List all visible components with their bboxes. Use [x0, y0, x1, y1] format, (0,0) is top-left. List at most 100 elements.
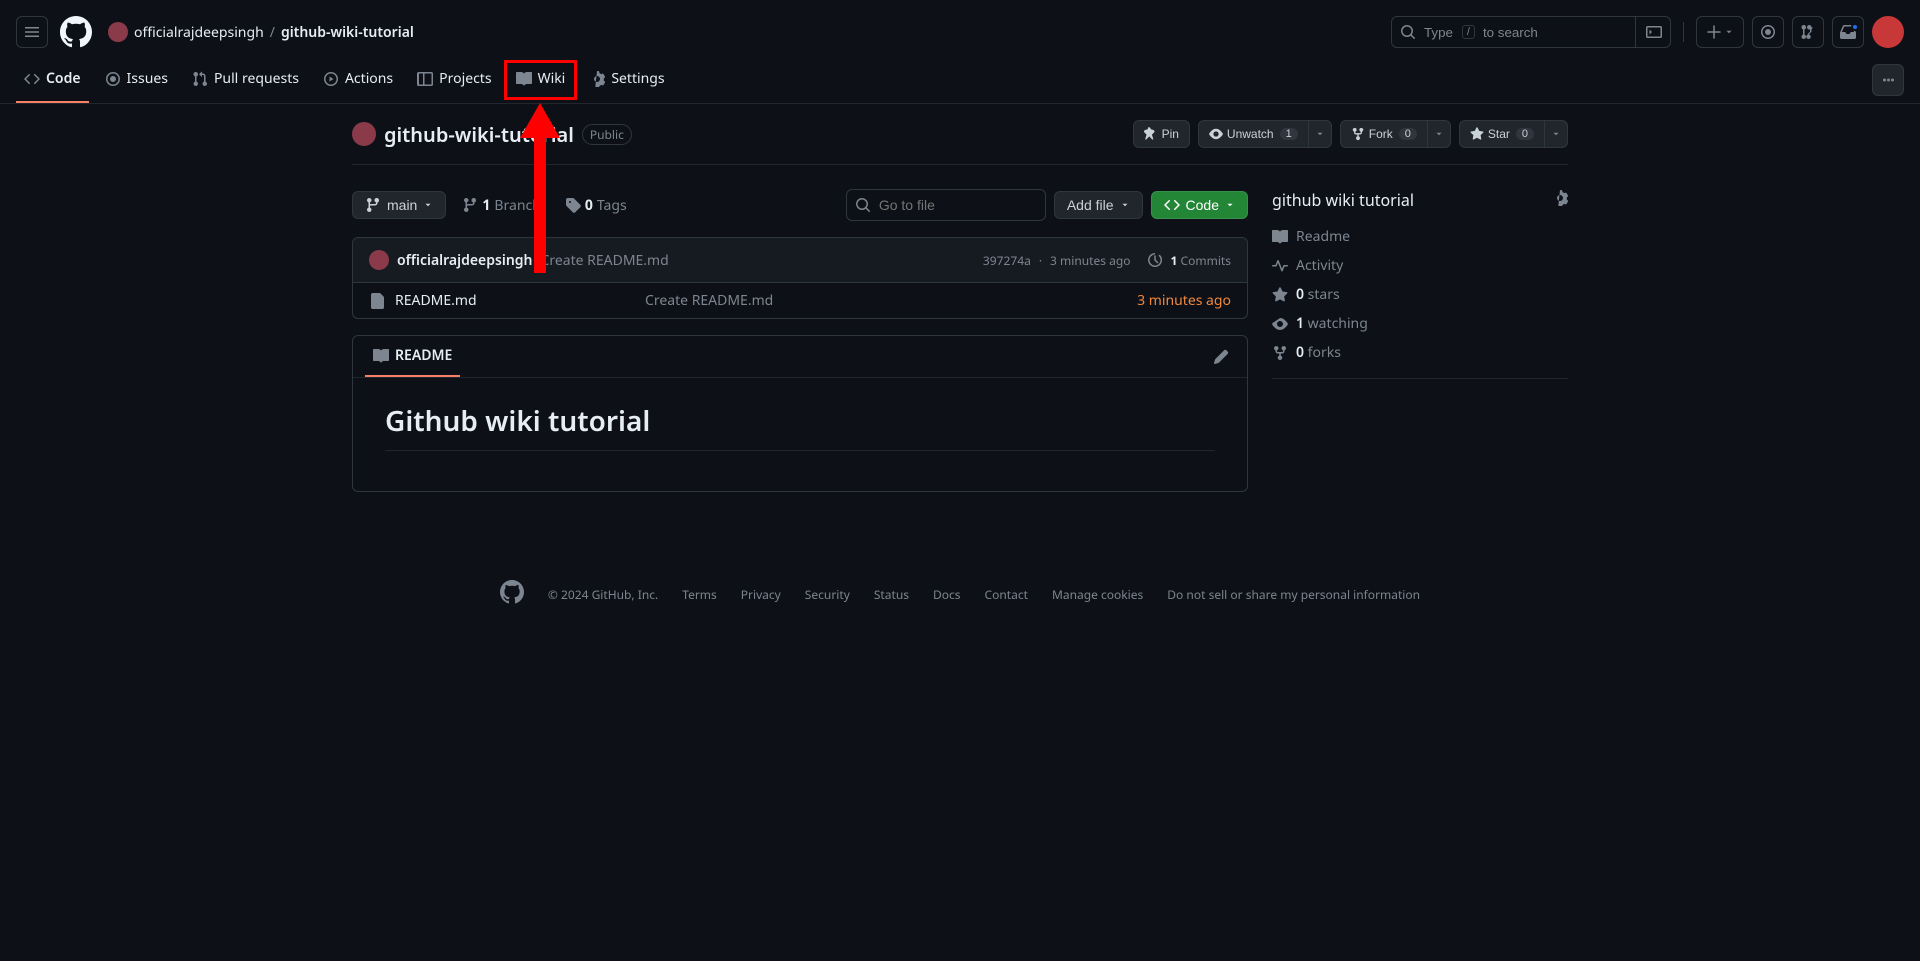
play-icon — [323, 71, 339, 87]
chevron-down-icon — [423, 200, 433, 210]
sidebar-watching-link[interactable]: 1 watching — [1272, 314, 1568, 333]
footer-privacy[interactable]: Privacy — [741, 586, 781, 603]
notification-dot — [1851, 23, 1859, 31]
nav-overflow-button[interactable] — [1872, 64, 1904, 96]
readme-tab-label: README — [395, 346, 452, 365]
goto-file-wrapper[interactable]: t — [846, 189, 1046, 221]
sidebar-activity-link[interactable]: Activity — [1272, 256, 1568, 275]
user-avatar[interactable] — [1872, 16, 1904, 48]
pin-label: Pin — [1162, 127, 1179, 141]
star-button[interactable]: Star 0 — [1459, 120, 1544, 148]
commit-message[interactable]: Create README.md — [540, 251, 668, 270]
owner-avatar[interactable] — [108, 22, 128, 42]
search-suffix: to search — [1483, 25, 1538, 40]
code-download-button[interactable]: Code — [1151, 191, 1248, 219]
unwatch-dropdown[interactable] — [1308, 120, 1332, 148]
star-dropdown[interactable] — [1544, 120, 1568, 148]
watching-count: 1 — [1296, 314, 1304, 333]
tab-wiki[interactable]: Wiki — [508, 56, 574, 103]
fork-count: 0 — [1399, 128, 1417, 140]
fork-dropdown[interactable] — [1427, 120, 1451, 148]
unwatch-button[interactable]: Unwatch 1 — [1198, 120, 1308, 148]
commits-link[interactable]: 1 Commits — [1171, 252, 1231, 269]
pull-requests-button[interactable] — [1792, 16, 1824, 48]
menu-icon — [24, 24, 40, 40]
issues-button[interactable] — [1752, 16, 1784, 48]
commit-author[interactable]: officialrajdeepsingh — [397, 251, 532, 270]
breadcrumb-repo[interactable]: github-wiki-tutorial — [281, 23, 414, 42]
tab-issues[interactable]: Issues — [97, 56, 176, 103]
hamburger-menu-button[interactable] — [16, 16, 48, 48]
readme-tab[interactable]: README — [365, 336, 460, 377]
file-commit-message[interactable]: Create README.md — [645, 291, 1121, 310]
plus-icon — [1706, 24, 1722, 40]
chevron-down-icon — [1315, 129, 1325, 139]
sidebar-stars-link[interactable]: 0 stars — [1272, 285, 1568, 304]
tab-code[interactable]: Code — [16, 56, 89, 103]
code-icon — [1164, 197, 1180, 213]
pin-button[interactable]: Pin — [1133, 120, 1190, 148]
addfile-button[interactable]: Add file — [1054, 191, 1143, 219]
footer-docs[interactable]: Docs — [933, 586, 961, 603]
file-row[interactable]: README.md Create README.md 3 minutes ago — [353, 283, 1247, 318]
watching-label: watching — [1308, 314, 1368, 333]
history-icon — [1147, 252, 1163, 268]
sidebar-readme-link[interactable]: Readme — [1272, 227, 1568, 246]
footer-terms[interactable]: Terms — [682, 586, 717, 603]
branches-label: Branch — [494, 196, 540, 215]
sidebar-forks-link[interactable]: 0 forks — [1272, 343, 1568, 362]
about-settings-button[interactable] — [1552, 190, 1568, 211]
tab-actions[interactable]: Actions — [315, 56, 401, 103]
footer-status[interactable]: Status — [874, 586, 909, 603]
tab-projects[interactable]: Projects — [409, 56, 499, 103]
create-new-button[interactable] — [1696, 16, 1744, 48]
branches-link[interactable]: 1 Branch — [454, 196, 549, 215]
footer: © 2024 GitHub, Inc. Terms Privacy Securi… — [352, 540, 1568, 648]
code-icon — [24, 71, 40, 87]
branch-select-button[interactable]: main — [352, 191, 446, 219]
forks-label: forks — [1308, 343, 1341, 362]
fork-button[interactable]: Fork 0 — [1340, 120, 1427, 148]
footer-contact[interactable]: Contact — [985, 586, 1028, 603]
github-logo[interactable] — [60, 16, 92, 48]
tab-pulls[interactable]: Pull requests — [184, 56, 307, 103]
commit-sha[interactable]: 397274a — [983, 252, 1031, 269]
repo-owner-avatar[interactable] — [352, 122, 376, 146]
commit-author-avatar[interactable] — [369, 250, 389, 270]
kebab-icon — [1880, 72, 1896, 88]
book-icon — [516, 71, 532, 87]
goto-file-input[interactable] — [879, 197, 1060, 213]
tab-settings[interactable]: Settings — [581, 56, 672, 103]
search-icon — [1400, 24, 1416, 40]
stars-label: stars — [1308, 285, 1340, 304]
files-list: README.md Create README.md 3 minutes ago — [352, 283, 1248, 319]
footer-cookies[interactable]: Manage cookies — [1052, 586, 1143, 603]
book-icon — [1272, 229, 1288, 245]
book-icon — [373, 348, 389, 364]
footer-dns[interactable]: Do not sell or share my personal informa… — [1167, 586, 1420, 603]
search-prefix: Type — [1424, 25, 1453, 40]
global-search-button[interactable]: Type / to search — [1391, 16, 1671, 48]
tab-actions-label: Actions — [345, 69, 393, 88]
issues-icon — [1760, 24, 1776, 40]
repo-nav-tabs: Code Issues Pull requests Actions Projec… — [0, 56, 1920, 104]
star-icon — [1470, 127, 1484, 141]
github-icon — [60, 16, 92, 48]
unwatch-label: Unwatch — [1227, 127, 1274, 141]
notifications-button[interactable] — [1832, 16, 1864, 48]
pull-request-icon — [192, 71, 208, 87]
breadcrumb-owner[interactable]: officialrajdeepsingh — [134, 23, 264, 42]
gear-icon — [1552, 190, 1568, 206]
search-slash-kbd: / — [1462, 25, 1475, 39]
tags-link[interactable]: 0 Tags — [557, 196, 635, 215]
readme-edit-button[interactable] — [1207, 343, 1235, 371]
chevron-down-icon — [1120, 200, 1130, 210]
sidebar-readme-label: Readme — [1296, 227, 1350, 246]
branch-icon — [365, 197, 381, 213]
commit-time: 3 minutes ago — [1050, 252, 1130, 269]
chevron-down-icon — [1724, 27, 1734, 37]
footer-logo[interactable] — [500, 580, 524, 608]
footer-security[interactable]: Security — [805, 586, 850, 603]
gear-icon — [589, 71, 605, 87]
fork-label: Fork — [1369, 127, 1393, 141]
